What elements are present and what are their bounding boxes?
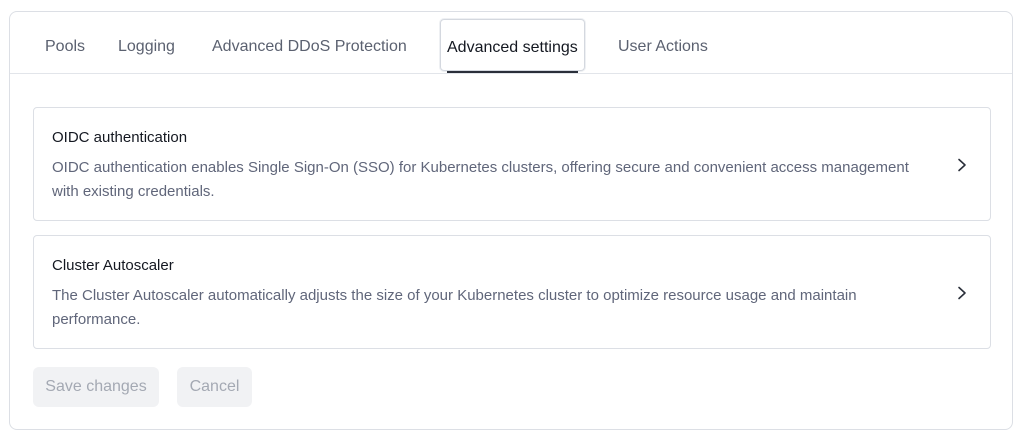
cluster-autoscaler-card[interactable]: Cluster Autoscaler The Cluster Autoscale… <box>33 235 991 349</box>
tab-advanced-settings[interactable]: Advanced settings <box>440 19 585 73</box>
card-title: OIDC authentication <box>52 129 188 146</box>
cluster-settings-panel: Pools Logging Advanced DDoS Protection A… <box>9 11 1013 430</box>
save-changes-button[interactable]: Save changes <box>33 367 159 407</box>
card-title: Cluster Autoscaler <box>52 257 174 274</box>
active-tab-underline <box>447 71 578 73</box>
tab-logging[interactable]: Logging <box>118 12 175 74</box>
tab-label: Logging <box>118 38 175 55</box>
tab-label: Advanced settings <box>447 39 578 56</box>
card-description: OIDC authentication enables Single Sign-… <box>52 159 909 200</box>
tab-label: User Actions <box>618 38 708 55</box>
cancel-button[interactable]: Cancel <box>177 367 252 407</box>
tab-user-actions[interactable]: User Actions <box>618 12 708 74</box>
chevron-right-icon[interactable] <box>956 286 968 300</box>
tab-label: Advanced DDoS Protection <box>212 38 407 55</box>
oidc-authentication-card[interactable]: OIDC authentication OIDC authentication … <box>33 107 991 221</box>
chevron-right-icon[interactable] <box>956 158 968 172</box>
tab-advanced-ddos-protection[interactable]: Advanced DDoS Protection <box>212 12 407 74</box>
tab-bar: Pools Logging Advanced DDoS Protection A… <box>10 12 1012 74</box>
tab-pools[interactable]: Pools <box>45 12 85 74</box>
card-description: The Cluster Autoscaler automatically adj… <box>52 287 857 328</box>
tab-label: Pools <box>45 38 86 55</box>
